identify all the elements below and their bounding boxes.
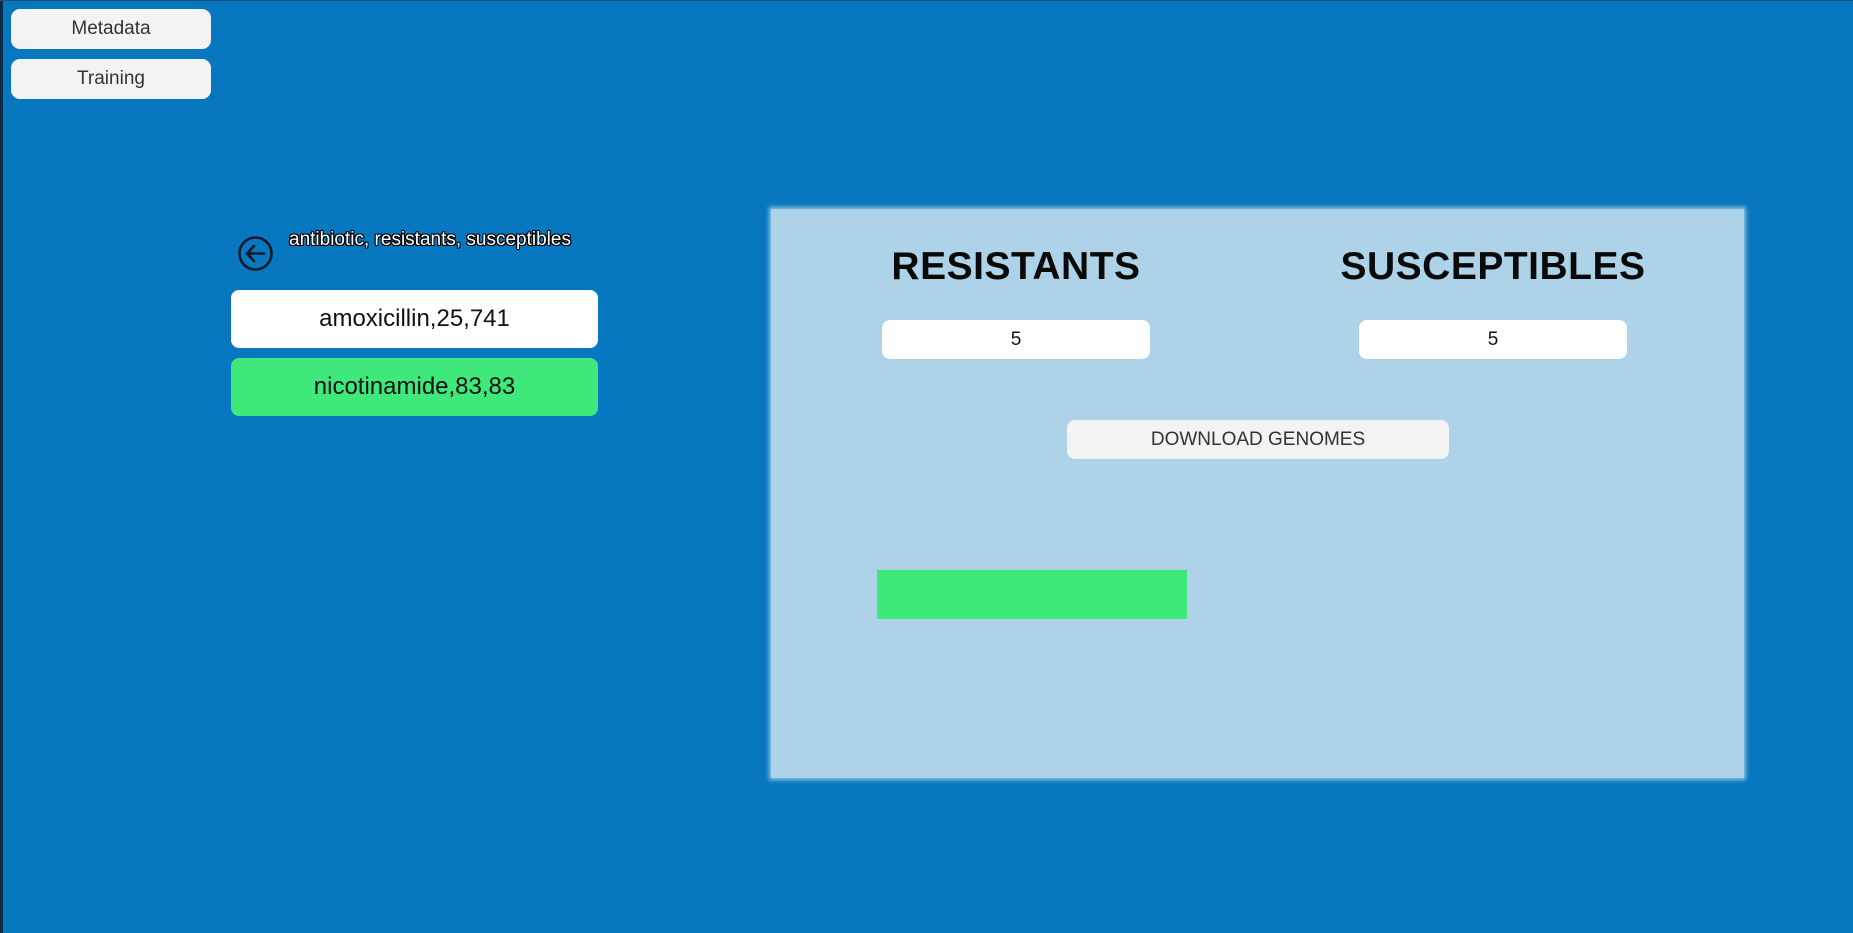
genome-panel: RESISTANTS SUSCEPTIBLES DOWNLOAD GENOMES [771, 209, 1744, 778]
download-progress-bar [877, 570, 1187, 619]
list-header: antibiotic, resistants, susceptibles [289, 229, 571, 250]
antibiotic-item-nicotinamide[interactable]: nicotinamide,83,83 [231, 358, 598, 416]
window-top-edge [0, 0, 1853, 1]
download-progress-fill [877, 570, 1187, 619]
download-genomes-button[interactable]: DOWNLOAD GENOMES [1067, 420, 1449, 459]
metadata-button[interactable]: Metadata [11, 9, 211, 49]
resistants-count-input[interactable] [882, 320, 1150, 359]
susceptibles-title: SUSCEPTIBLES [1340, 245, 1646, 288]
arrow-left-circle-icon[interactable] [237, 235, 274, 272]
susceptibles-count-input[interactable] [1359, 320, 1627, 359]
window-edge [0, 0, 3, 933]
antibiotic-item-amoxicillin[interactable]: amoxicillin,25,741 [231, 290, 598, 348]
training-button[interactable]: Training [11, 59, 211, 99]
resistants-title: RESISTANTS [891, 245, 1141, 288]
